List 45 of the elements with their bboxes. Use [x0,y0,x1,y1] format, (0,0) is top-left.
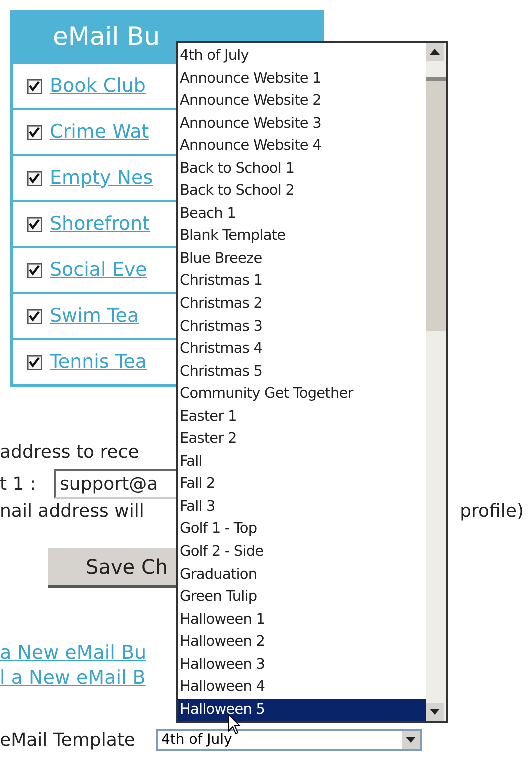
template-option[interactable]: Halloween 1 [178,608,426,632]
scroll-down-button[interactable] [402,731,420,749]
down-arrow-icon [430,709,440,715]
template-option[interactable]: Christmas 3 [178,316,426,338]
scrollbar[interactable] [426,43,446,721]
checkbox[interactable] [27,262,42,278]
template-option[interactable]: Christmas 4 [178,338,426,361]
template-option[interactable]: Back to School 1 [178,158,426,180]
template-option[interactable]: Announce Website 1 [178,68,426,90]
template-select[interactable]: 4th of July [156,729,422,751]
template-option[interactable]: Announce Website 4 [178,135,426,158]
template-option[interactable]: Christmas 1 [178,270,426,294]
template-option[interactable]: Halloween 4 [178,676,426,699]
template-option[interactable]: Blank Template [178,225,426,248]
checkbox[interactable] [27,308,42,324]
template-option[interactable]: Halloween 5 [178,698,426,722]
scroll-thumb[interactable] [426,77,446,331]
scroll-up-button[interactable] [426,43,444,61]
checkbox[interactable] [27,124,42,140]
template-option[interactable]: Halloween 2 [178,631,426,654]
template-option[interactable]: Back to School 2 [178,180,426,203]
template-option[interactable]: Community Get Together [178,383,426,406]
checkbox[interactable] [27,354,42,370]
up-arrow-icon [430,49,440,55]
template-option[interactable]: Christmas 2 [178,293,426,316]
checkbox[interactable] [27,216,42,232]
template-option[interactable]: Blue Breeze [178,248,426,270]
checkbox[interactable] [27,170,42,186]
template-option[interactable]: Beach 1 [178,202,426,226]
template-option[interactable]: Golf 1 - Top [178,518,426,542]
template-option[interactable]: Green Tulip [178,586,426,609]
scroll-down-button[interactable] [426,703,444,721]
address-note: nail address will [0,501,144,522]
template-option[interactable]: Announce Website 3 [178,112,426,136]
template-option[interactable]: Easter 2 [178,428,426,451]
template-option[interactable]: Halloween 3 [178,654,426,676]
template-option[interactable]: Announce Website 2 [178,90,426,113]
address-prompt: address to rece [0,442,140,463]
template-option[interactable]: Easter 1 [178,406,426,428]
template-label: eMail Template [0,730,136,750]
template-option[interactable]: Christmas 5 [178,360,426,384]
checkbox[interactable] [27,78,42,94]
address-note-end: profile) [460,501,524,522]
email-label: t 1 : [0,474,36,494]
down-arrow-icon [406,737,416,743]
